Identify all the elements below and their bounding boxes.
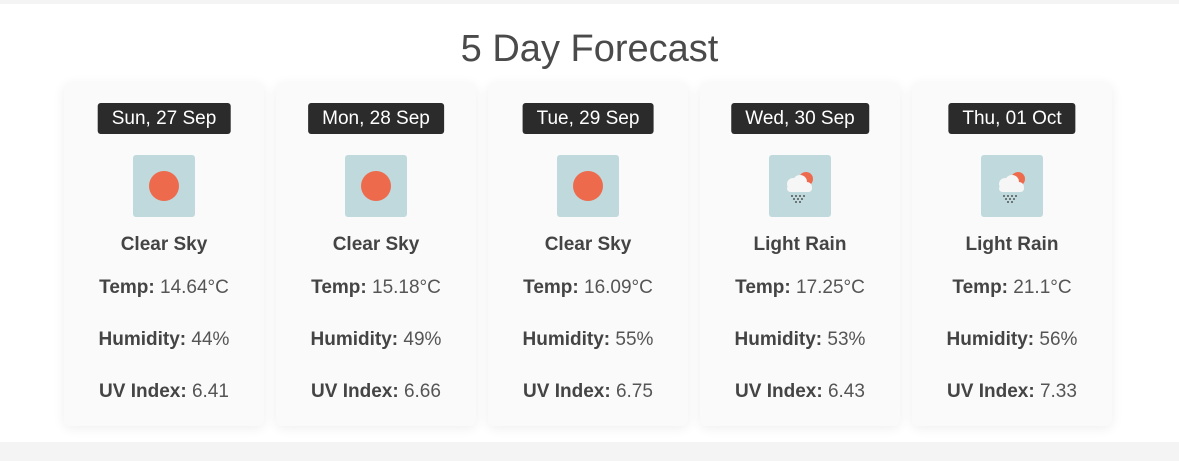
uv-label: UV Index: (735, 381, 823, 402)
humidity-label: Humidity: (98, 329, 187, 350)
humidity-stat: Humidity: 55% (488, 329, 688, 351)
humidity-stat: Humidity: 44% (64, 329, 264, 351)
temp-stat: Temp: 21.1°C (912, 277, 1112, 299)
uv-stat: UV Index: 6.66 (276, 381, 476, 403)
uv-label: UV Index: (947, 381, 1035, 402)
humidity-value: 55% (615, 329, 654, 350)
clear-sky-icon (133, 155, 195, 217)
uv-stat: UV Index: 6.41 (64, 381, 264, 403)
temp-stat: Temp: 17.25°C (700, 277, 900, 299)
weather-condition: Clear Sky (120, 234, 208, 255)
uv-value: 7.33 (1039, 381, 1077, 402)
weather-condition: Clear Sky (544, 234, 632, 255)
temp-label: Temp: (735, 277, 791, 298)
page-title: 5 Day Forecast (460, 28, 719, 70)
date-badge: Mon, 28 Sep (308, 103, 444, 134)
temp-label: Temp: (311, 277, 367, 298)
humidity-value: 49% (403, 329, 442, 350)
humidity-label: Humidity: (310, 329, 399, 350)
uv-label: UV Index: (99, 381, 187, 402)
uv-value: 6.43 (827, 381, 865, 402)
humidity-value: 56% (1039, 329, 1078, 350)
humidity-label: Humidity: (946, 329, 1035, 350)
weather-condition: Light Rain (753, 234, 847, 255)
temp-stat: Temp: 16.09°C (488, 277, 688, 299)
clear-sky-icon (557, 155, 619, 217)
humidity-stat: Humidity: 53% (700, 329, 900, 351)
humidity-stat: Humidity: 49% (276, 329, 476, 351)
forecast-card: Wed, 30 Sep Light Rain Temp: 17.25°C Hum… (700, 83, 900, 426)
humidity-label: Humidity: (734, 329, 823, 350)
temp-label: Temp: (952, 277, 1008, 298)
temp-stat: Temp: 15.18°C (276, 277, 476, 299)
humidity-stat: Humidity: 56% (912, 329, 1112, 351)
uv-stat: UV Index: 6.75 (488, 381, 688, 403)
date-badge: Tue, 29 Sep (522, 103, 654, 134)
forecast-card: Mon, 28 Sep Clear Sky Temp: 15.18°C Humi… (276, 83, 476, 426)
temp-value: 15.18°C (372, 277, 441, 298)
uv-label: UV Index: (523, 381, 611, 402)
temp-value: 16.09°C (584, 277, 653, 298)
clear-sky-icon (345, 155, 407, 217)
temp-value: 17.25°C (796, 277, 865, 298)
forecast-card: Tue, 29 Sep Clear Sky Temp: 16.09°C Humi… (488, 83, 688, 426)
date-badge: Wed, 30 Sep (731, 103, 869, 134)
light-rain-icon (981, 155, 1043, 217)
uv-label: UV Index: (311, 381, 399, 402)
uv-value: 6.66 (403, 381, 441, 402)
humidity-label: Humidity: (522, 329, 611, 350)
temp-label: Temp: (99, 277, 155, 298)
temp-label: Temp: (523, 277, 579, 298)
uv-stat: UV Index: 7.33 (912, 381, 1112, 403)
uv-value: 6.75 (615, 381, 653, 402)
weather-condition: Clear Sky (332, 234, 420, 255)
humidity-value: 44% (191, 329, 230, 350)
light-rain-icon (769, 155, 831, 217)
forecast-card: Sun, 27 Sep Clear Sky Temp: 14.64°C Humi… (64, 83, 264, 426)
humidity-value: 53% (827, 329, 866, 350)
date-badge: Sun, 27 Sep (97, 103, 231, 134)
forecast-card: Thu, 01 Oct Light Rain Temp: 21.1°C Humi… (912, 83, 1112, 426)
temp-stat: Temp: 14.64°C (64, 277, 264, 299)
weather-condition: Light Rain (965, 234, 1059, 255)
uv-value: 6.41 (191, 381, 229, 402)
uv-stat: UV Index: 6.43 (700, 381, 900, 403)
date-badge: Thu, 01 Oct (948, 103, 1076, 134)
forecast-cards: Sun, 27 Sep Clear Sky Temp: 14.64°C Humi… (64, 83, 1112, 426)
temp-value: 21.1°C (1013, 277, 1072, 298)
temp-value: 14.64°C (160, 277, 229, 298)
forecast-panel: 5 Day Forecast Sun, 27 Sep Clear Sky Tem… (0, 4, 1179, 442)
